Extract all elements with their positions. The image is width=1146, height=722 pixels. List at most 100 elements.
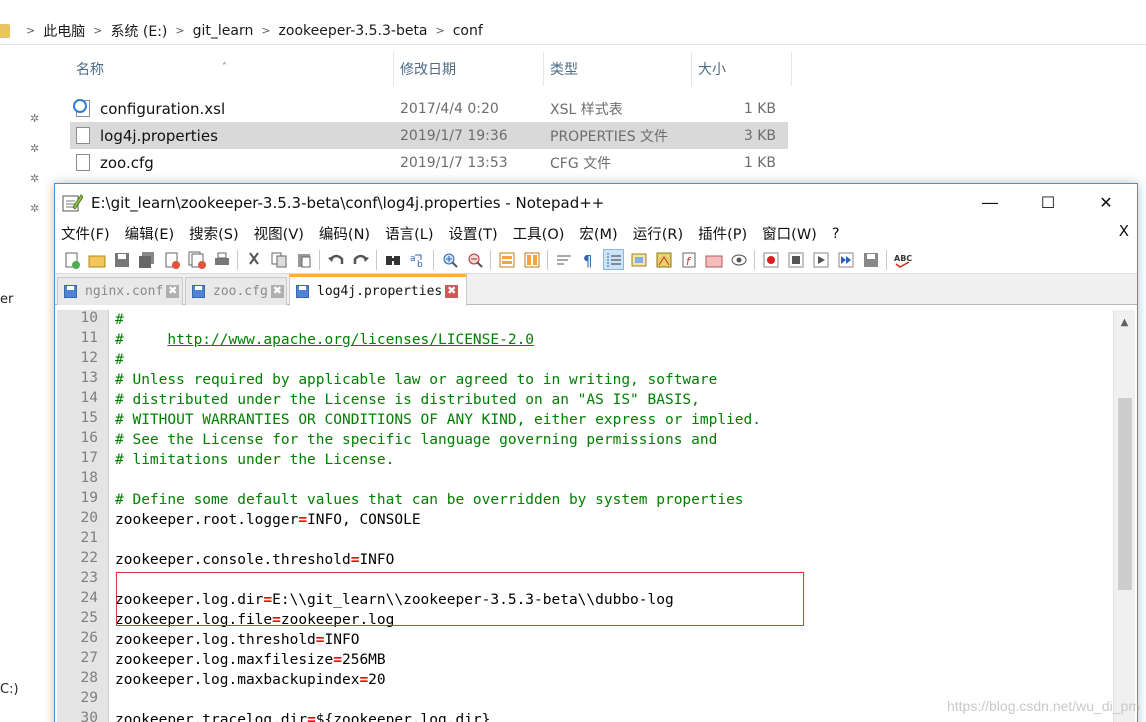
svg-text:¶: ¶	[583, 252, 593, 269]
code-line[interactable]: zookeeper.log.maxfilesize=256MB	[115, 650, 386, 670]
column-type[interactable]: 类型	[544, 52, 692, 86]
column-size[interactable]: 大小	[692, 52, 792, 86]
scroll-up-icon[interactable]: ▲	[1114, 312, 1135, 332]
close-tab-icon[interactable]: ✖	[166, 285, 180, 298]
menu-run[interactable]: 运行(R)	[633, 223, 683, 244]
code-line[interactable]: zookeeper.root.logger=INFO, CONSOLE	[115, 510, 421, 530]
pin-icon[interactable]: ✲	[30, 142, 42, 156]
paste-icon[interactable]	[293, 249, 314, 270]
code-line[interactable]: # limitations under the License.	[115, 450, 394, 470]
monitoring-icon[interactable]	[728, 249, 749, 270]
column-name[interactable]: 名称 ˄	[70, 52, 394, 86]
close-tab-icon[interactable]: ✖	[270, 285, 284, 298]
menu-file[interactable]: 文件(F)	[61, 223, 110, 244]
minimize-button[interactable]: ―	[961, 184, 1019, 221]
find-icon[interactable]	[382, 249, 403, 270]
pin-icon[interactable]: ✲	[30, 172, 42, 186]
redo-icon[interactable]	[350, 249, 371, 270]
menu-macro[interactable]: 宏(M)	[579, 223, 617, 244]
navigation-pane: ✲ ✲ ✲ ✲ er C:)	[0, 46, 50, 722]
code-line[interactable]: zookeeper.log.threshold=INFO	[115, 630, 359, 650]
code-area[interactable]: # # http://www.apache.org/licenses/LICENS…	[115, 310, 1105, 722]
nav-item-fragment[interactable]: C:)	[0, 682, 19, 697]
stop-macro-icon[interactable]	[785, 249, 806, 270]
close-document-button[interactable]: X	[1119, 222, 1129, 240]
tab-label: zoo.cfg	[213, 284, 268, 299]
zoom-out-icon[interactable]	[464, 249, 485, 270]
close-tab-icon[interactable]: ✖	[445, 285, 459, 298]
cut-icon[interactable]	[243, 249, 264, 270]
code-line[interactable]: #	[115, 310, 124, 330]
code-editor[interactable]: 10 11 12 13 14 15 16 17 18 19 20 21 22 23 24 25 26 27 28 29…	[57, 310, 1135, 722]
folder-workspace-icon[interactable]	[703, 249, 724, 270]
nav-item-fragment[interactable]: er	[0, 292, 13, 307]
show-all-chars-icon[interactable]: ¶	[578, 249, 599, 270]
save-icon[interactable]	[111, 249, 132, 270]
menu-view[interactable]: 视图(V)	[254, 223, 304, 244]
undo-icon[interactable]	[325, 249, 346, 270]
line-number-gutter[interactable]: 10 11 12 13 14 15 16 17 18 19 20 21 22 23 24 25 26 27 28 29…	[57, 310, 109, 722]
license-link[interactable]: http://www.apache.org/licenses/LICENSE-2…	[167, 332, 534, 348]
column-date[interactable]: 修改日期	[394, 52, 544, 86]
breadcrumb-zookeeper[interactable]: zookeeper-3.5.3-beta	[279, 23, 428, 39]
code-line[interactable]: zookeeper.console.threshold=INFO	[115, 550, 394, 570]
file-size: 1 KB	[743, 154, 776, 171]
spell-check-icon[interactable]: ABC	[892, 249, 913, 270]
close-file-icon[interactable]	[161, 249, 182, 270]
title-bar[interactable]: E:\git_learn\zookeeper-3.5.3-beta\conf\l…	[55, 184, 1137, 221]
save-all-icon[interactable]	[136, 249, 157, 270]
function-list-icon[interactable]: f	[678, 249, 699, 270]
menu-help[interactable]: ?	[832, 226, 840, 242]
scrollbar-thumb[interactable]	[1118, 398, 1132, 590]
breadcrumb-conf[interactable]: conf	[453, 23, 483, 39]
open-file-icon[interactable]	[86, 249, 107, 270]
menu-search[interactable]: 搜索(S)	[189, 223, 239, 244]
pin-icon[interactable]: ✲	[30, 202, 42, 216]
code-line[interactable]: #	[115, 350, 124, 370]
close-all-icon[interactable]	[186, 249, 207, 270]
code-line[interactable]: # See the License for the specific langu…	[115, 430, 717, 450]
code-line[interactable]: # distributed under the License is distr…	[115, 390, 700, 410]
code-line[interactable]: # WITHOUT WARRANTIES OR CONDITIONS OF AN…	[115, 410, 761, 430]
new-file-icon[interactable]	[61, 249, 82, 270]
sync-horizontal-icon[interactable]	[521, 249, 542, 270]
copy-icon[interactable]	[268, 249, 289, 270]
record-macro-icon[interactable]	[760, 249, 781, 270]
menu-language[interactable]: 语言(L)	[385, 223, 433, 244]
file-row-selected[interactable]: log4j.properties 2019/1/7 19:36 PROPERTI…	[70, 122, 788, 149]
vertical-scrollbar[interactable]: ▲	[1113, 310, 1135, 722]
menu-edit[interactable]: 编辑(E)	[125, 223, 174, 244]
close-button[interactable]: ✕	[1077, 184, 1135, 221]
code-line[interactable]: # Define some default values that can be…	[115, 490, 744, 510]
tab-zoo-cfg[interactable]: zoo.cfg ✖	[185, 277, 287, 305]
run-macro-multiple-icon[interactable]	[835, 249, 856, 270]
code-line[interactable]: # Unless required by applicable law or a…	[115, 370, 717, 390]
code-line[interactable]: zookeeper.tracelog.dir=${zookeeper.log.d…	[115, 710, 490, 722]
play-macro-icon[interactable]	[810, 249, 831, 270]
tab-nginx-conf[interactable]: nginx.conf ✖	[57, 277, 183, 305]
sync-vertical-icon[interactable]	[496, 249, 517, 270]
file-row[interactable]: configuration.xsl 2017/4/4 0:20 XSL 样式表 …	[70, 95, 788, 122]
code-line[interactable]: zookeeper.log.maxbackupindex=20	[115, 670, 386, 690]
menu-window[interactable]: 窗口(W)	[762, 223, 817, 244]
menu-plugins[interactable]: 插件(P)	[698, 223, 747, 244]
indent-guide-icon[interactable]	[603, 249, 624, 270]
print-icon[interactable]	[211, 249, 232, 270]
maximize-button[interactable]: ☐	[1019, 184, 1077, 221]
menu-encoding[interactable]: 编码(N)	[319, 223, 370, 244]
breadcrumb-this-pc[interactable]: 此电脑	[43, 21, 85, 41]
doc-map-icon[interactable]	[653, 249, 674, 270]
save-macro-icon[interactable]	[860, 249, 881, 270]
zoom-in-icon[interactable]	[439, 249, 460, 270]
user-language-icon[interactable]	[628, 249, 649, 270]
breadcrumb-git-learn[interactable]: git_learn	[193, 23, 254, 39]
breadcrumb-drive-e[interactable]: 系统 (E:)	[110, 21, 167, 41]
word-wrap-icon[interactable]	[553, 249, 574, 270]
menu-tools[interactable]: 工具(O)	[513, 223, 565, 244]
file-row[interactable]: zoo.cfg 2019/1/7 13:53 CFG 文件 1 KB	[70, 149, 788, 176]
replace-icon[interactable]: ab	[407, 249, 428, 270]
code-line[interactable]: # http://www.apache.org/licenses/LICENSE…	[115, 330, 534, 350]
tab-log4j-properties[interactable]: log4j.properties ✖	[289, 274, 467, 306]
pin-icon[interactable]: ✲	[30, 112, 42, 126]
menu-settings[interactable]: 设置(T)	[448, 223, 497, 244]
